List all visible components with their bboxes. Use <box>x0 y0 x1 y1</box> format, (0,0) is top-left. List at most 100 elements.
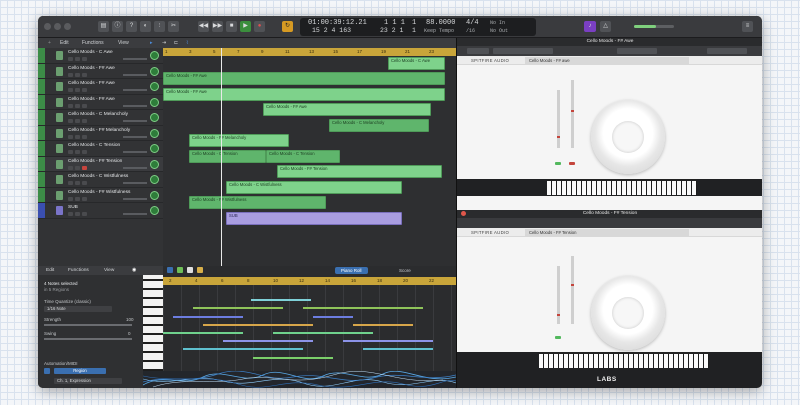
midi-region[interactable]: Cello Moods - F# Awe <box>163 88 445 101</box>
track-name[interactable]: Cello Moods - F# Wistfulness <box>68 190 130 195</box>
piano-keys[interactable] <box>143 275 163 371</box>
volume-fader[interactable] <box>123 89 147 91</box>
track-header[interactable]: Cello Moods - F# Awe <box>38 94 163 110</box>
piano-roll-ruler[interactable]: 2 4 6 8 10 12 14 16 18 20 22 <box>163 277 456 285</box>
velocity-icon[interactable] <box>197 267 203 273</box>
track-header[interactable]: SUB <box>38 203 163 219</box>
pan-knob[interactable] <box>150 159 159 169</box>
track-header[interactable]: Cello Moods - F# Awe <box>38 63 163 79</box>
midi-note[interactable] <box>183 348 303 350</box>
track-name[interactable]: Cello Moods - F# Tension <box>68 159 122 164</box>
record-arm-button[interactable] <box>82 103 87 108</box>
record-icon[interactable]: ● <box>254 21 265 32</box>
record-arm-button[interactable] <box>82 57 87 61</box>
inspector-icon[interactable]: ⓘ <box>112 21 123 32</box>
metronome-icon[interactable]: △ <box>600 21 611 32</box>
midi-region[interactable]: Cello Moods - F# Melancholy <box>189 134 289 147</box>
volume-fader[interactable] <box>123 73 147 76</box>
catch-icon[interactable]: ⊏ <box>174 40 178 46</box>
lcd-display[interactable]: 01:00:39:12.21 15 2 4 163 1 1 1 23 2 1 1… <box>300 18 536 36</box>
track-header[interactable]: Cello Moods - F# Wistfulness <box>38 187 163 203</box>
fast-forward-icon[interactable]: ▶▶ <box>212 21 223 32</box>
track-header[interactable]: Cello Moods - C Awe <box>38 48 163 64</box>
automation-toggle-icon[interactable] <box>44 368 50 374</box>
zoom-window-icon[interactable] <box>64 23 71 30</box>
swing-slider[interactable] <box>44 338 132 340</box>
expression-dial[interactable] <box>591 276 665 350</box>
pointer-tool-icon[interactable]: ▸ <box>150 40 153 46</box>
volume-fader[interactable] <box>123 58 147 60</box>
track-name[interactable]: SUB <box>68 205 78 210</box>
mute-button[interactable] <box>68 134 73 139</box>
midi-in-icon[interactable] <box>187 267 193 273</box>
midi-region[interactable]: Cello Moods - F# Awe <box>163 72 445 85</box>
tracks-add-icon[interactable]: + <box>48 40 51 46</box>
plugin-preset-field[interactable]: Cello Moods - F# Tension <box>525 229 689 236</box>
close-plugin-icon[interactable] <box>461 211 466 216</box>
region-button[interactable]: Region <box>54 368 106 374</box>
midi-region[interactable]: Cello Moods - F# Tension <box>277 165 442 178</box>
midi-note[interactable] <box>223 340 313 342</box>
automation-parameter-select[interactable]: Ch. 1, Expression <box>54 378 122 384</box>
volume-fader[interactable] <box>123 182 147 184</box>
track-header[interactable]: Cello Moods - C Tension <box>38 141 163 157</box>
midi-note[interactable] <box>363 348 433 350</box>
tracks-area[interactable]: Cello Moods - C Awe Cello Moods - F# Awe… <box>163 56 456 266</box>
midi-note[interactable] <box>343 340 433 342</box>
tracks-edit-menu[interactable]: Edit <box>60 40 69 46</box>
smart-controls-icon[interactable]: ◐ <box>140 21 151 32</box>
track-name[interactable]: Cello Moods - C Wistfulness <box>68 174 128 179</box>
track-name[interactable]: Cello Moods - C Melancholy <box>68 112 128 117</box>
record-arm-button[interactable] <box>82 181 87 185</box>
volume-fader[interactable] <box>123 213 147 215</box>
rewind-icon[interactable]: ◀◀ <box>198 21 209 32</box>
track-header-selected[interactable]: Cello Moods - F# Tension <box>38 156 163 172</box>
mute-button[interactable] <box>68 150 73 154</box>
play-icon[interactable]: ▶ <box>240 21 251 32</box>
midi-note[interactable] <box>273 332 373 334</box>
record-arm-button[interactable] <box>82 165 87 170</box>
mixer-icon[interactable]: ⫶ <box>154 21 165 32</box>
midi-note[interactable] <box>303 307 423 309</box>
mute-button[interactable] <box>68 212 73 216</box>
volume-fader[interactable] <box>123 151 147 153</box>
midi-region[interactable]: Cello Moods - C Tension <box>189 150 266 163</box>
volume-fader[interactable] <box>123 120 147 122</box>
solo-button[interactable] <box>75 181 80 185</box>
midi-region[interactable]: Cello Moods - C Melancholy <box>329 119 429 132</box>
playhead[interactable] <box>221 48 222 266</box>
track-header[interactable]: Cello Moods - C Melancholy <box>38 110 163 126</box>
track-header[interactable]: Cello Moods - C Wistfulness <box>38 172 163 188</box>
solo-button[interactable] <box>75 134 80 139</box>
pan-knob[interactable] <box>150 206 159 215</box>
mute-button[interactable] <box>68 88 73 92</box>
solo-button[interactable] <box>75 88 80 92</box>
midi-region[interactable]: Cello Moods - C Awe <box>388 57 445 70</box>
record-arm-button[interactable] <box>82 196 87 201</box>
pan-knob[interactable] <box>150 128 159 138</box>
solo-button[interactable] <box>75 196 80 201</box>
bar-ruler[interactable]: 1 3 5 7 9 11 13 15 17 19 21 23 <box>163 48 456 56</box>
pan-knob[interactable] <box>150 190 159 200</box>
tab-score[interactable]: Score <box>393 267 417 274</box>
plugin-preset-menu[interactable] <box>493 48 553 54</box>
mute-button[interactable] <box>68 57 73 61</box>
solo-button[interactable] <box>75 103 80 108</box>
midi-note[interactable] <box>313 316 353 318</box>
solo-button[interactable] <box>75 119 80 123</box>
volume-fader[interactable] <box>123 166 147 169</box>
close-window-icon[interactable] <box>44 23 51 30</box>
record-arm-button[interactable] <box>82 212 87 216</box>
midi-region[interactable]: Cello Moods - C Wistfulness <box>226 181 402 194</box>
editor-edit-menu[interactable]: Edit <box>46 268 54 273</box>
record-arm-button[interactable] <box>82 150 87 154</box>
track-name[interactable]: Cello Moods - C Tension <box>68 143 120 148</box>
pointer-tool-icon[interactable] <box>167 267 173 273</box>
plugin-view-menu[interactable] <box>707 48 747 54</box>
automation-lane[interactable] <box>143 371 456 388</box>
pan-knob[interactable] <box>150 97 159 107</box>
plugin-preset-field[interactable]: Cello Moods - F# awe <box>525 57 689 64</box>
mute-button[interactable] <box>68 119 73 123</box>
pan-knob[interactable] <box>150 51 159 60</box>
mute-button[interactable] <box>68 72 73 77</box>
